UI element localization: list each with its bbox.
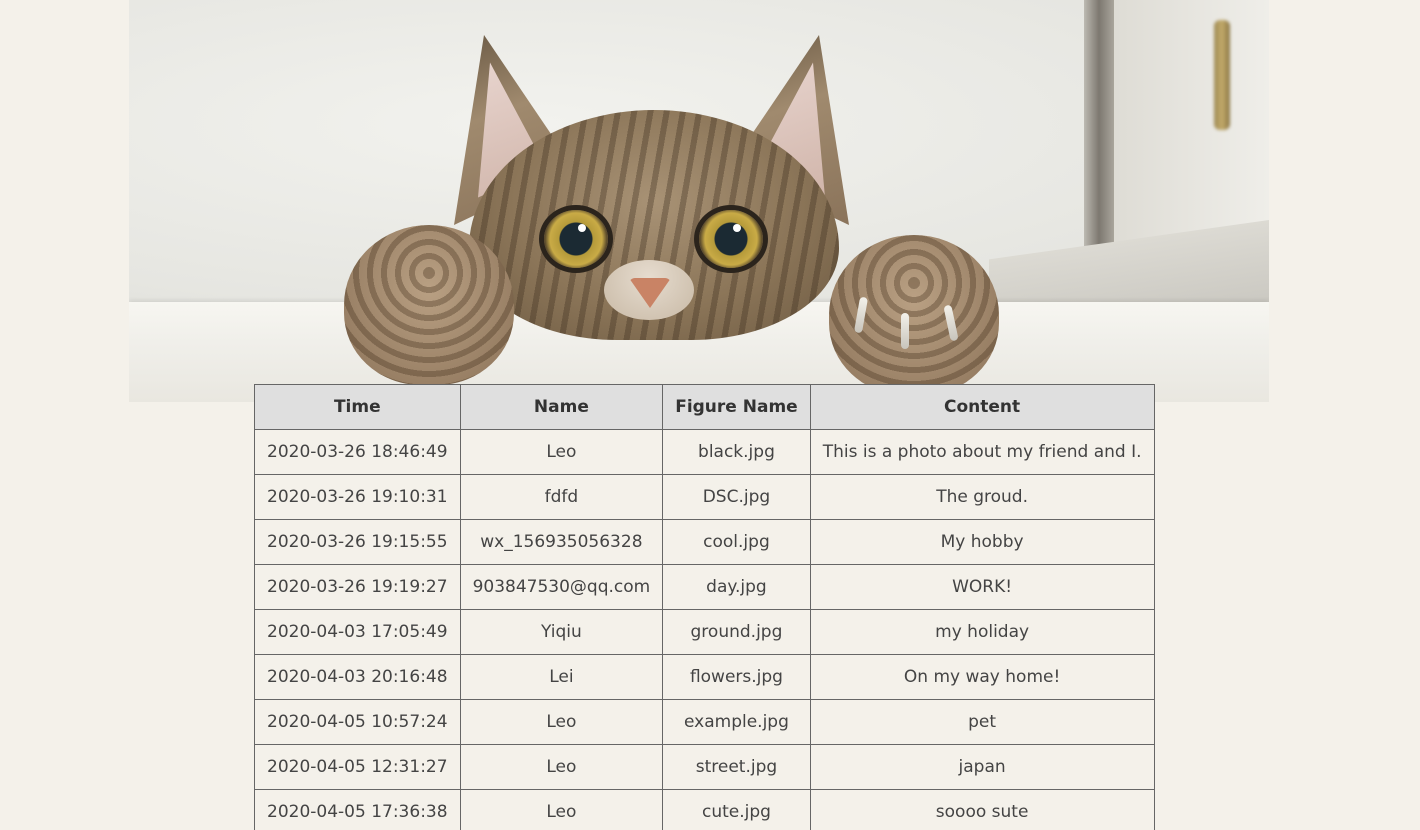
header-name: Name: [459, 384, 664, 430]
cell-figure-name: flowers.jpg: [662, 654, 811, 700]
cat-paw-left: [344, 225, 514, 385]
table-row: 2020-04-05 12:31:27 Leo street.jpg japan: [254, 744, 1155, 790]
cell-figure-name: day.jpg: [662, 564, 811, 610]
banner-door-handle: [1214, 20, 1230, 130]
cell-time: 2020-04-05 12:31:27: [254, 744, 461, 790]
cell-time: 2020-03-26 18:46:49: [254, 429, 461, 475]
cell-figure-name: cool.jpg: [662, 519, 811, 565]
table-row: 2020-04-05 17:36:38 Leo cute.jpg soooo s…: [254, 789, 1155, 830]
photo-table: Time Name Figure Name Content 2020-03-26…: [254, 384, 1155, 830]
cell-content: WORK!: [809, 564, 1155, 610]
table-row: 2020-03-26 19:19:27 903847530@qq.com day…: [254, 564, 1155, 610]
cell-time: 2020-03-26 19:10:31: [254, 474, 461, 520]
header-content: Content: [809, 384, 1155, 430]
cell-content: On my way home!: [809, 654, 1155, 700]
page: Time Name Figure Name Content 2020-03-26…: [0, 0, 1420, 830]
cell-content: My hobby: [809, 519, 1155, 565]
cell-content: soooo sute: [809, 789, 1155, 830]
cell-figure-name: example.jpg: [662, 699, 811, 745]
cell-name: wx_156935056328: [459, 519, 664, 565]
cell-time: 2020-04-05 17:36:38: [254, 789, 461, 830]
cell-content: my holiday: [809, 609, 1155, 655]
table-row: 2020-03-26 18:46:49 Leo black.jpg This i…: [254, 429, 1155, 475]
cell-content: japan: [809, 744, 1155, 790]
cell-time: 2020-04-05 10:57:24: [254, 699, 461, 745]
cell-name: Leo: [459, 699, 664, 745]
cat-paw-right: [829, 235, 999, 395]
cell-time: 2020-03-26 19:15:55: [254, 519, 461, 565]
cell-content: The groud.: [809, 474, 1155, 520]
table-row: 2020-04-03 17:05:49 Yiqiu ground.jpg my …: [254, 609, 1155, 655]
cell-figure-name: ground.jpg: [662, 609, 811, 655]
cell-time: 2020-03-26 19:19:27: [254, 564, 461, 610]
cell-time: 2020-04-03 20:16:48: [254, 654, 461, 700]
cell-name: Lei: [459, 654, 664, 700]
cell-time: 2020-04-03 17:05:49: [254, 609, 461, 655]
header-time: Time: [254, 384, 461, 430]
cell-name: Leo: [459, 744, 664, 790]
cell-figure-name: street.jpg: [662, 744, 811, 790]
cell-name: fdfd: [459, 474, 664, 520]
table-row: 2020-04-03 20:16:48 Lei flowers.jpg On m…: [254, 654, 1155, 700]
header-figure-name: Figure Name: [662, 384, 811, 430]
cell-name: 903847530@qq.com: [459, 564, 664, 610]
table-row: 2020-03-26 19:10:31 fdfd DSC.jpg The gro…: [254, 474, 1155, 520]
cell-figure-name: DSC.jpg: [662, 474, 811, 520]
cat-eye-right: [699, 210, 763, 268]
cell-figure-name: cute.jpg: [662, 789, 811, 830]
table-header-row: Time Name Figure Name Content: [254, 384, 1155, 430]
cell-name: Leo: [459, 429, 664, 475]
table-row: 2020-03-26 19:15:55 wx_156935056328 cool…: [254, 519, 1155, 565]
cell-name: Yiqiu: [459, 609, 664, 655]
cell-name: Leo: [459, 789, 664, 830]
cell-content: pet: [809, 699, 1155, 745]
cat-eye-left: [544, 210, 608, 268]
banner-image: [129, 0, 1269, 402]
cell-content: This is a photo about my friend and I.: [809, 429, 1155, 475]
cell-figure-name: black.jpg: [662, 429, 811, 475]
table-row: 2020-04-05 10:57:24 Leo example.jpg pet: [254, 699, 1155, 745]
